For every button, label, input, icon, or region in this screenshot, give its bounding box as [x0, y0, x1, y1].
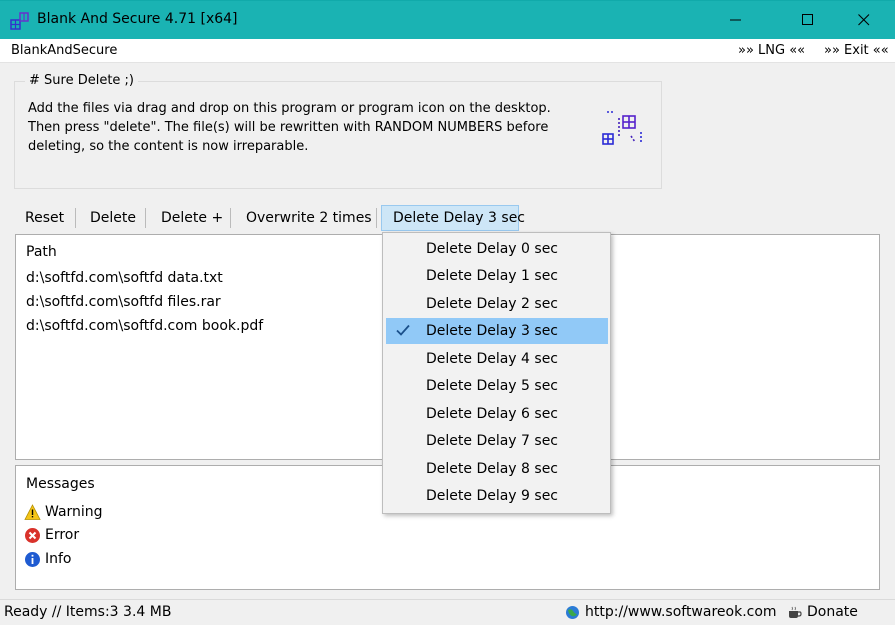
- messages-header: Messages: [26, 476, 95, 492]
- globe-icon: [566, 605, 579, 619]
- overwrite-button[interactable]: Overwrite 2 times: [235, 205, 383, 231]
- description-line: Then press "delete". The file(s) will be…: [28, 120, 549, 135]
- website-link[interactable]: http://www.softwareok.com: [565, 604, 777, 620]
- delay-option-9[interactable]: Delete Delay 9 sec: [386, 483, 608, 509]
- delay-option-6[interactable]: Delete Delay 6 sec: [386, 401, 608, 427]
- app-icon: [10, 12, 29, 30]
- coffee-cup-icon: [789, 606, 802, 618]
- window-title: Blank And Secure 4.71 [x64]: [37, 11, 238, 27]
- description-line: Add the files via drag and drop on this …: [28, 101, 551, 116]
- donate-link[interactable]: Donate: [787, 604, 858, 620]
- close-icon: [858, 14, 870, 26]
- error-icon: [25, 527, 40, 543]
- message-label: Info: [45, 551, 72, 567]
- toolbar-separator: [230, 208, 231, 228]
- file-row[interactable]: d:\softfd.com\softfd files.rar: [26, 294, 221, 310]
- delay-option-0[interactable]: Delete Delay 0 sec: [386, 236, 608, 262]
- message-label: Error: [45, 527, 80, 543]
- delete-plus-button[interactable]: Delete +: [150, 205, 234, 231]
- delay-option-5[interactable]: Delete Delay 5 sec: [386, 373, 608, 399]
- maximize-button[interactable]: [780, 1, 836, 39]
- menu-app-name[interactable]: BlankAndSecure: [11, 43, 117, 58]
- delay-option-2[interactable]: Delete Delay 2 sec: [386, 291, 608, 317]
- delay-option-label: Delete Delay 3 sec: [426, 323, 559, 339]
- message-label: Warning: [45, 504, 103, 520]
- delete-button[interactable]: Delete: [79, 205, 147, 231]
- info-icon: [25, 551, 40, 567]
- menu-language[interactable]: »» LNG ««: [738, 43, 805, 58]
- close-button[interactable]: [836, 1, 892, 39]
- delay-option-4[interactable]: Delete Delay 4 sec: [386, 346, 608, 372]
- status-text: Ready // Items:3 3.4 MB: [4, 604, 172, 620]
- delete-delay-button[interactable]: Delete Delay 3 sec: [381, 205, 525, 231]
- reset-button[interactable]: Reset: [14, 205, 75, 231]
- checkmark-icon: [396, 324, 410, 336]
- app-logo-icon: [602, 111, 642, 145]
- toolbar-separator: [75, 208, 76, 228]
- menu-exit[interactable]: »» Exit ««: [824, 43, 889, 58]
- file-row[interactable]: d:\softfd.com\softfd.com book.pdf: [26, 318, 263, 334]
- delay-option-8[interactable]: Delete Delay 8 sec: [386, 456, 608, 482]
- delete-delay-menu: Delete Delay 0 sec Delete Delay 1 sec De…: [382, 232, 611, 514]
- maximize-icon: [802, 14, 813, 25]
- description-group: # Sure Delete ;) Add the files via drag …: [14, 73, 662, 189]
- toolbar-separator: [145, 208, 146, 228]
- delay-option-1[interactable]: Delete Delay 1 sec: [386, 263, 608, 289]
- donate-label: Donate: [807, 604, 858, 620]
- file-row[interactable]: d:\softfd.com\softfd data.txt: [26, 270, 223, 286]
- minimize-icon: [730, 19, 741, 21]
- description-text: Add the files via drag and drop on this …: [28, 99, 588, 156]
- menu-bar: BlankAndSecure »» LNG «« »» Exit ««: [0, 39, 895, 63]
- title-bar: Blank And Secure 4.71 [x64]: [0, 0, 895, 39]
- group-legend: # Sure Delete ;): [25, 73, 139, 88]
- minimize-button[interactable]: [708, 1, 764, 39]
- delay-option-3[interactable]: Delete Delay 3 sec: [386, 318, 608, 344]
- message-item-info: Info: [24, 549, 72, 569]
- message-item-error: Error: [24, 525, 79, 545]
- message-item-warning: Warning: [24, 502, 103, 522]
- description-line: deleting, so the content is now irrepara…: [28, 139, 309, 154]
- status-bar: Ready // Items:3 3.4 MB http://www.softw…: [0, 599, 895, 625]
- toolbar-separator: [376, 208, 377, 228]
- website-url: http://www.softwareok.com: [585, 604, 777, 620]
- delay-option-7[interactable]: Delete Delay 7 sec: [386, 428, 608, 454]
- warning-icon: [24, 503, 41, 520]
- path-column-header[interactable]: Path: [26, 244, 57, 260]
